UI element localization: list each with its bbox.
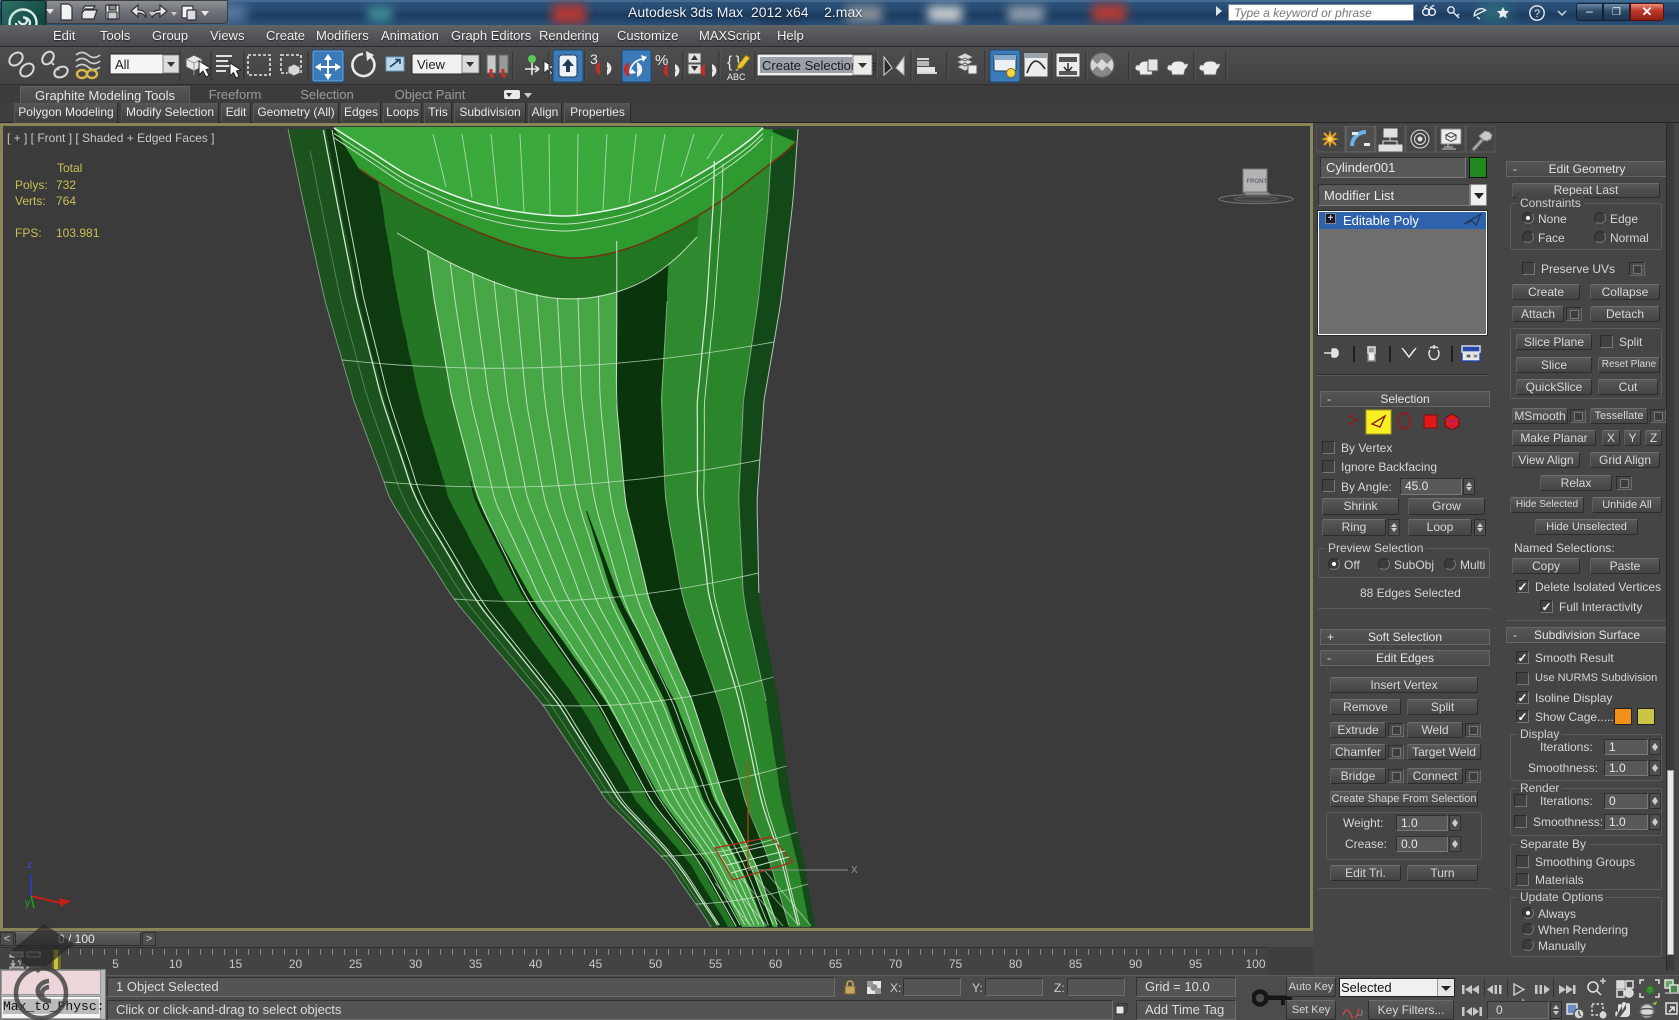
svg-text:X: X (851, 865, 858, 876)
svg-text:z: z (27, 860, 32, 871)
svg-text:?: ? (1534, 8, 1540, 20)
svg-text:View: View (417, 57, 446, 72)
svg-text:FRONT: FRONT (1247, 179, 1268, 185)
svg-text:y: y (25, 898, 30, 909)
svg-text:All: All (115, 57, 130, 72)
svg-text:ABC: ABC (727, 72, 746, 82)
